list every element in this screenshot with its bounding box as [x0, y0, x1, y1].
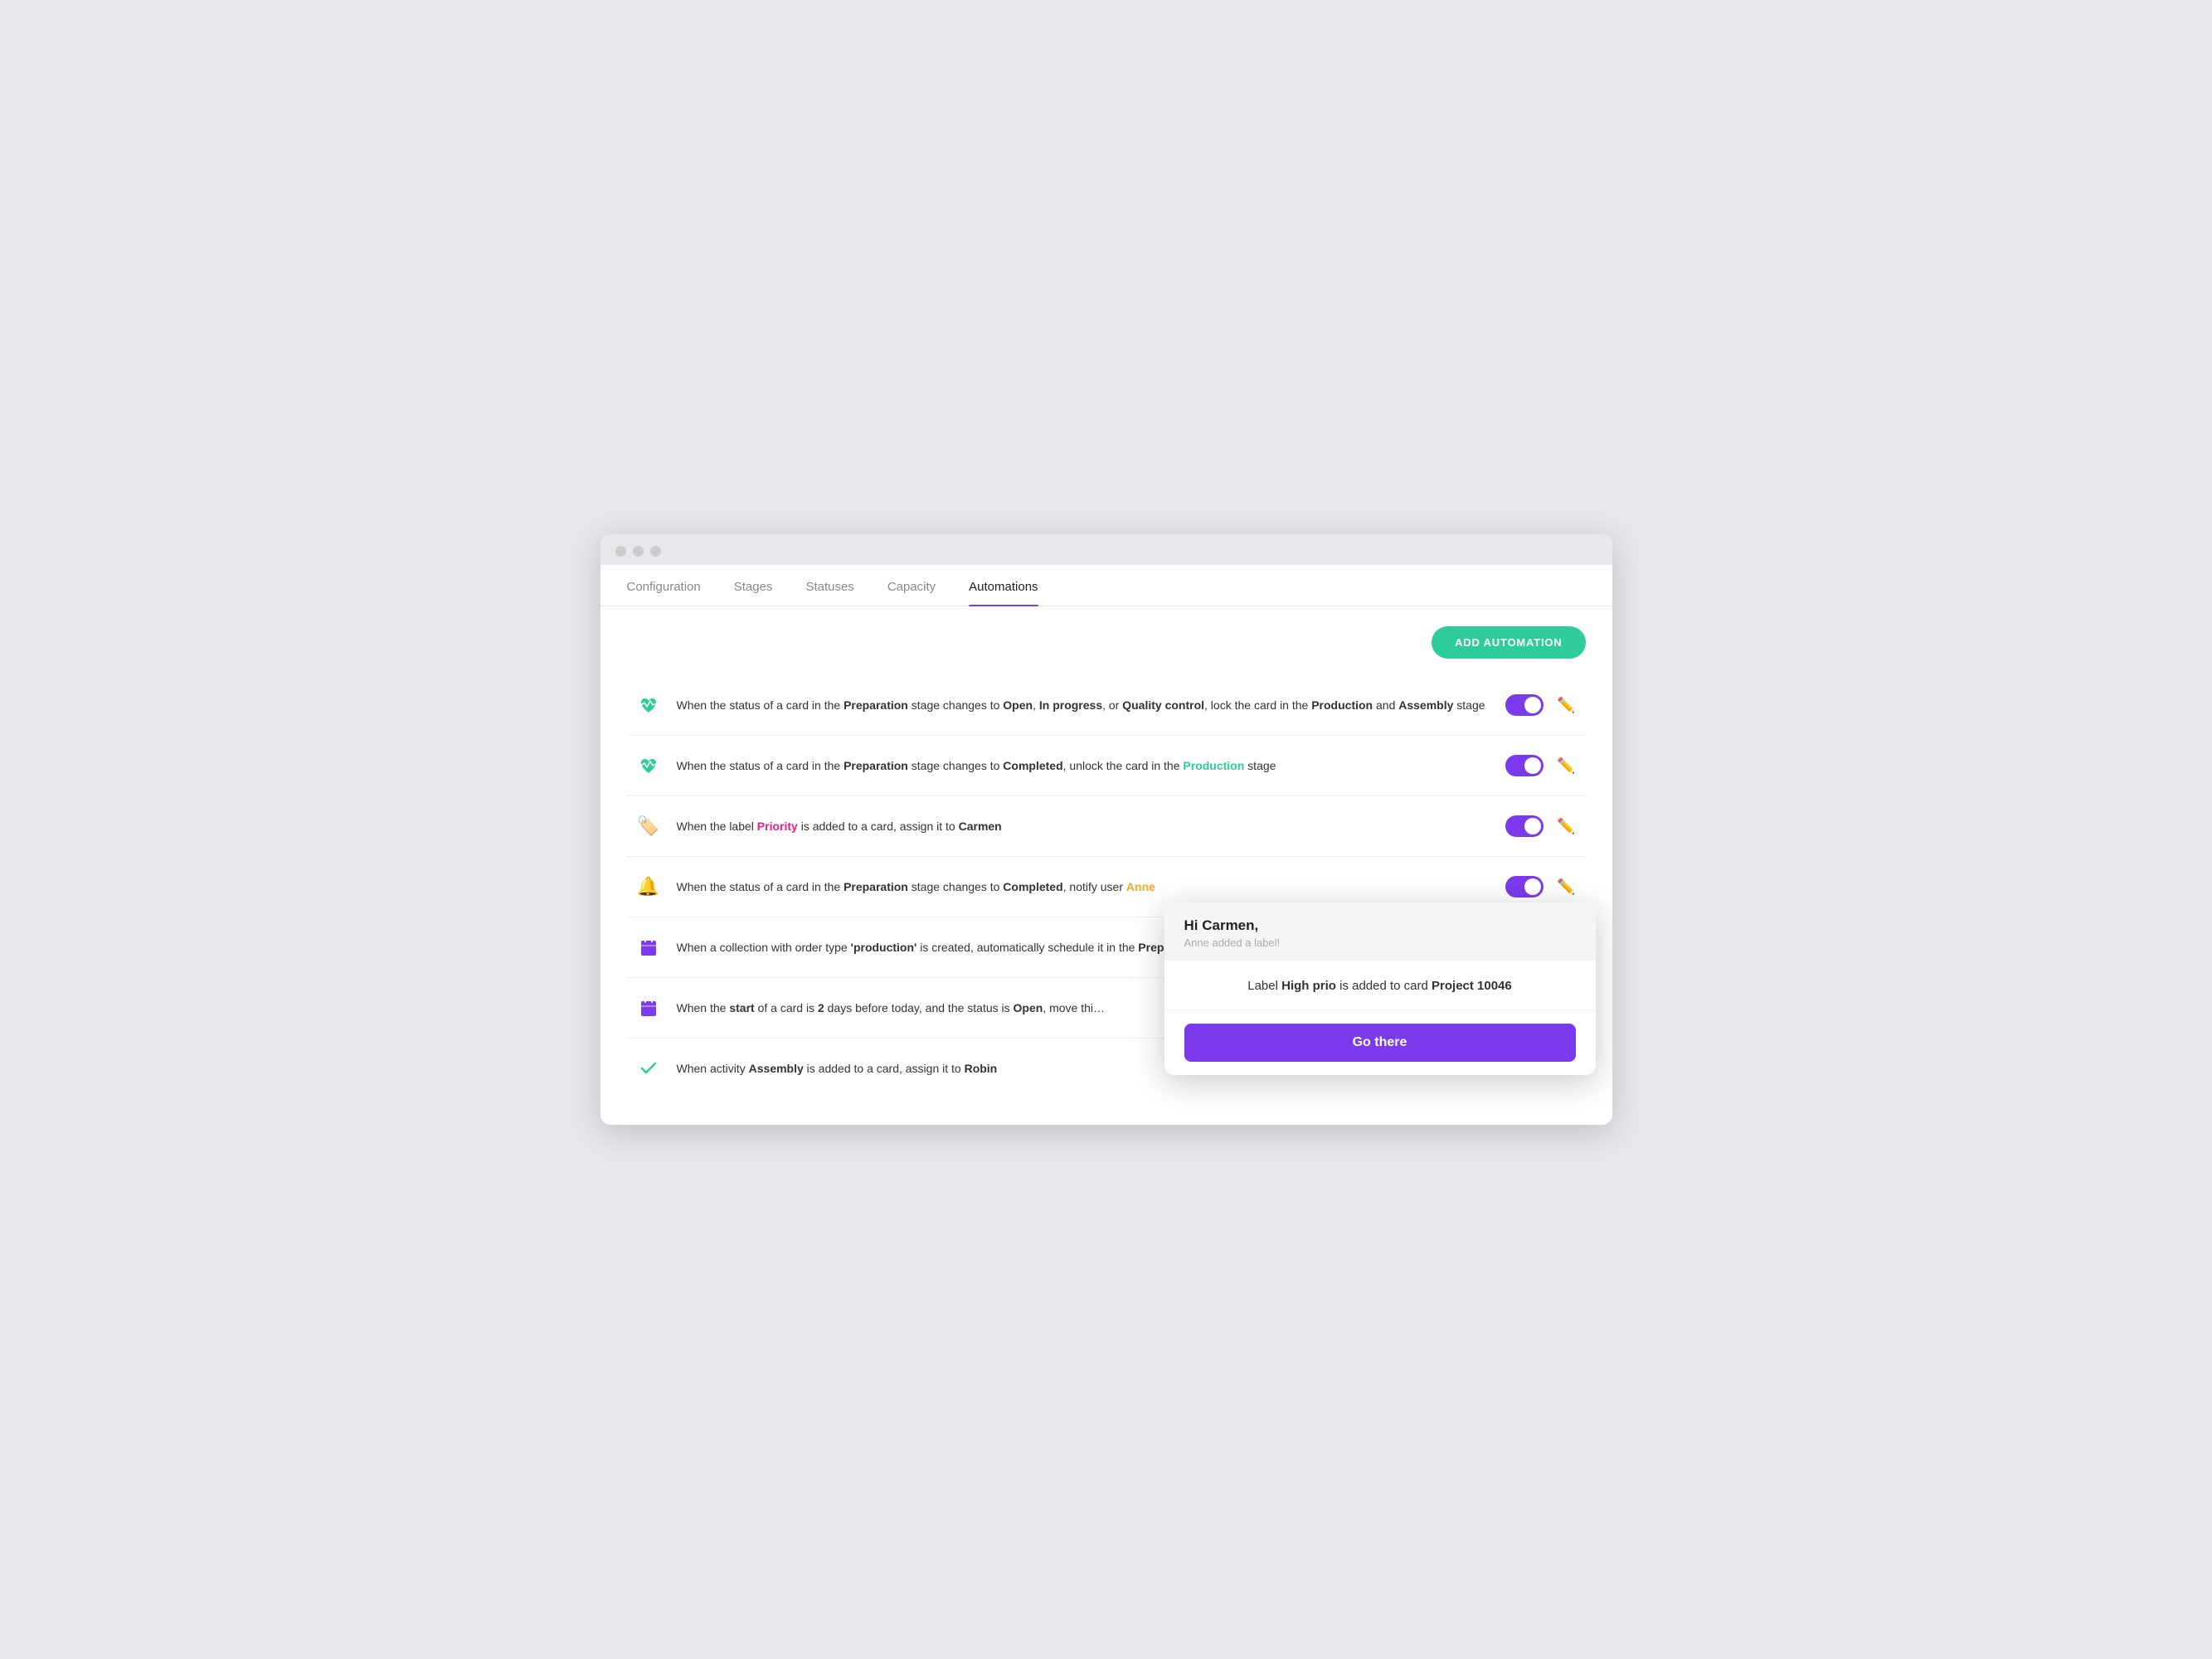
- automation-icon-3: 🏷️: [634, 811, 664, 841]
- notification-greeting: Hi Carmen,: [1184, 917, 1576, 934]
- automation-row: When the status of a card in the Prepara…: [627, 675, 1586, 736]
- automation-row: 🏷️ When the label Priority is added to a…: [627, 796, 1586, 857]
- automation-edit-4[interactable]: ✏️: [1553, 875, 1578, 899]
- automation-row-actions-1: ✏️: [1505, 693, 1578, 718]
- automation-toggle-1[interactable]: [1505, 694, 1544, 716]
- automation-edit-3[interactable]: ✏️: [1553, 815, 1578, 839]
- automation-toggle-3[interactable]: [1505, 815, 1544, 837]
- app-window: Configuration Stages Statuses Capacity A…: [600, 534, 1612, 1125]
- automation-icon-5: [634, 932, 664, 962]
- tab-capacity[interactable]: Capacity: [887, 565, 936, 606]
- toolbar: ADD AUTOMATION: [627, 626, 1586, 659]
- automation-text-1: When the status of a card in the Prepara…: [677, 697, 1493, 714]
- automation-text-2: When the status of a card in the Prepara…: [677, 757, 1493, 775]
- tab-automations[interactable]: Automations: [969, 565, 1038, 606]
- tab-statuses[interactable]: Statuses: [805, 565, 853, 606]
- tabs-bar: Configuration Stages Statuses Capacity A…: [600, 565, 1612, 606]
- notification-popup: Hi Carmen, Anne added a label! Label Hig…: [1164, 902, 1596, 1075]
- notification-header: Hi Carmen, Anne added a label!: [1164, 902, 1596, 961]
- automation-edit-1[interactable]: ✏️: [1553, 693, 1578, 718]
- notification-body: Label High prio is added to card Project…: [1164, 961, 1596, 1010]
- automation-text-3: When the label Priority is added to a ca…: [677, 818, 1493, 835]
- automation-edit-2[interactable]: ✏️: [1553, 754, 1578, 778]
- window-dot-2: [633, 546, 644, 557]
- main-content: ADD AUTOMATION When the status of a card…: [600, 606, 1612, 1125]
- notification-footer: Go there: [1164, 1010, 1596, 1075]
- automation-row-actions-3: ✏️: [1505, 815, 1578, 839]
- window-dot-1: [615, 546, 626, 557]
- automation-icon-2: [634, 751, 664, 781]
- go-there-button[interactable]: Go there: [1184, 1024, 1576, 1062]
- automation-icon-7: [634, 1053, 664, 1083]
- notification-subtitle: Anne added a label!: [1184, 937, 1576, 949]
- tab-configuration[interactable]: Configuration: [627, 565, 701, 606]
- automation-text-4: When the status of a card in the Prepara…: [677, 878, 1493, 896]
- automation-toggle-2[interactable]: [1505, 755, 1544, 776]
- automation-icon-6: [634, 993, 664, 1023]
- add-automation-button[interactable]: ADD AUTOMATION: [1432, 626, 1585, 659]
- automation-icon-4: 🔔: [634, 872, 664, 902]
- titlebar: [600, 534, 1612, 565]
- window-dot-3: [650, 546, 661, 557]
- automation-row: When the status of a card in the Prepara…: [627, 736, 1586, 796]
- automation-row-actions-4: ✏️: [1505, 875, 1578, 899]
- automation-icon-1: [634, 690, 664, 720]
- automation-row-actions-2: ✏️: [1505, 754, 1578, 778]
- automation-toggle-4[interactable]: [1505, 876, 1544, 898]
- tab-stages[interactable]: Stages: [734, 565, 773, 606]
